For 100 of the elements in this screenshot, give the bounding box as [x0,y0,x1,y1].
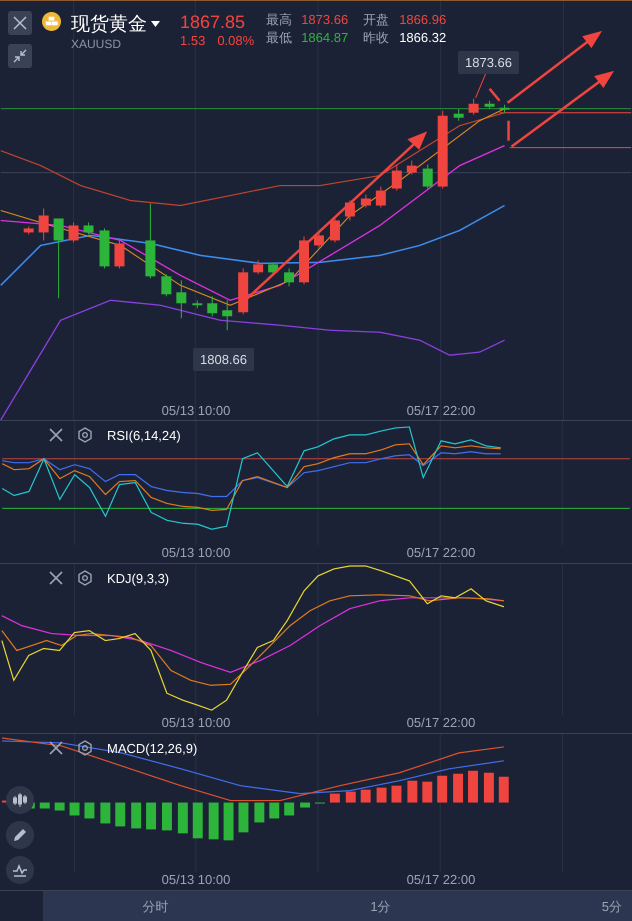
time-label: 05/17 22:00 [406,403,476,418]
stat-label: 最低 [266,30,294,46]
period-tab[interactable]: 1分 [370,898,391,916]
indicator-button[interactable] [6,856,34,884]
candlestick [284,268,294,287]
histogram-bar [162,802,172,830]
candlestick [344,200,355,221]
histogram-bar [300,802,310,808]
coin-icon [42,12,61,31]
close-icon[interactable] [49,571,63,585]
histogram-bar [422,782,432,803]
price-change: 1.53 [180,33,206,48]
stat-value: 1873.66 [301,12,350,28]
shrink-button[interactable] [8,44,32,68]
drawn-line [488,88,501,102]
candlestick [84,222,94,235]
caret-icon[interactable] [151,21,160,27]
candlestick [330,216,340,243]
histogram-bar [192,802,203,838]
histogram-bar [84,802,94,818]
histogram-bar [131,802,142,828]
period-tab[interactable]: 5分 [602,898,622,916]
candlestick [176,280,186,319]
stat-value: 1866.32 [399,30,446,46]
change-percent: 0.08% [217,33,254,48]
candlestick [207,296,218,317]
settings-icon[interactable] [77,570,93,586]
histogram-bar [100,802,110,824]
histogram-bar [284,802,294,816]
candlestick [299,236,310,285]
candlestick [222,300,232,331]
instrument-name[interactable]: 现货黄金 [71,11,147,37]
close-button[interactable] [8,11,32,35]
histogram-bar [330,794,340,803]
instrument-symbol: XAUUSD [71,37,122,51]
stat-value: 1864.87 [301,30,350,46]
candlestick-icon [11,791,29,809]
low-price-label: 1808.66 [193,348,254,371]
candlestick [484,100,495,110]
time-label: 05/17 22:00 [406,872,476,887]
histogram-bar [178,802,188,834]
indicator-title: KDJ(9,3,3) [107,570,170,586]
histogram-bar [40,802,50,809]
settings-icon[interactable] [77,427,93,443]
histogram-bar [269,802,280,818]
histogram-bar [346,792,356,803]
candlestick [253,260,264,275]
histogram-bar [224,802,234,840]
histogram-bar [115,802,126,826]
histogram-bar [453,774,464,803]
candlestick [238,268,248,315]
histogram-bar [468,770,478,803]
candlestick [192,300,202,309]
time-label: 05/17 22:00 [406,545,476,560]
candlestick [68,222,79,243]
candlestick [268,262,278,275]
chart-type-button[interactable] [6,786,34,814]
candlestick [500,104,510,114]
histogram-bar [437,776,448,803]
candlestick [114,240,124,269]
stat-label: 昨收 [363,30,390,46]
close-icon[interactable] [49,741,63,755]
time-label: 05/13 10:00 [160,715,232,730]
time-label: 05/13 10:00 [160,545,232,560]
histogram-bar [376,788,387,803]
time-label: 05/17 22:00 [406,715,476,730]
candlestick [454,108,464,122]
indicator-title: MACD(12,26,9) [107,740,198,756]
candlestick [376,186,386,208]
indicator-title: RSI(6,14,24) [107,428,181,442]
candlestick [100,228,110,269]
histogram-bar [407,780,418,803]
draw-button[interactable] [6,821,34,849]
histogram-bar [54,802,65,810]
stat-label: 开盘 [363,12,390,28]
high-price-label: 1873.66 [458,51,519,74]
settings-icon[interactable] [77,740,93,756]
candlestick [161,274,172,297]
shrink-icon [13,49,27,63]
candlestick [360,194,371,208]
close-icon [13,16,27,30]
histogram-bar [360,790,371,803]
pencil-icon [11,826,29,844]
histogram-bar [208,802,219,840]
candlestick [392,164,402,192]
stat-value: 1866.96 [399,12,446,28]
last-price: 1867.85 [180,11,246,33]
candlestick [38,208,49,241]
candlestick [24,226,34,235]
stat-label: 最高 [266,12,294,28]
histogram-bar [392,786,402,803]
time-label: 05/13 10:00 [160,403,232,418]
period-tab[interactable]: 分时 [142,898,168,916]
time-label: 05/13 10:00 [160,872,232,887]
candlestick [406,160,417,176]
histogram-bar [70,802,80,816]
close-icon[interactable] [49,428,63,442]
histogram-bar [254,802,264,822]
histogram-bar [484,772,494,803]
histogram-bar [498,776,509,803]
